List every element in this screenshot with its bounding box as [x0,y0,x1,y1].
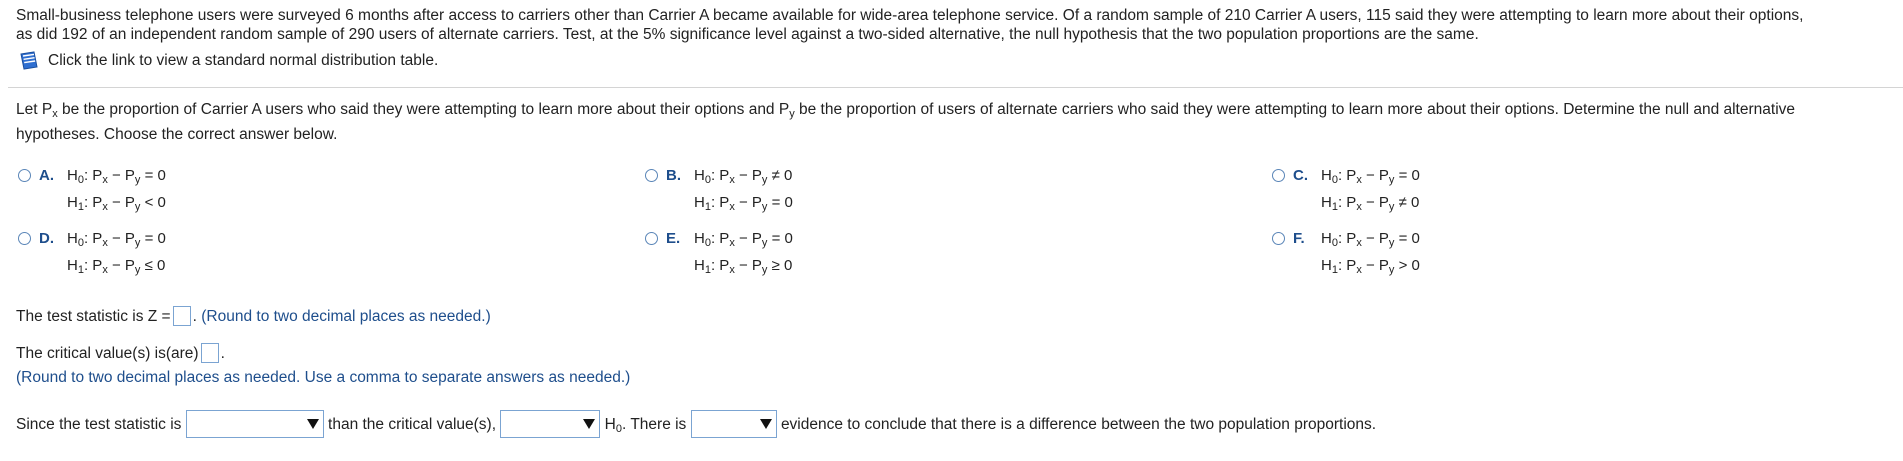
option-d[interactable]: D. H0: Px − Py = 0 H1: Px − Py ≤ 0 [18,225,166,279]
option-d-letter: D. [39,230,54,247]
alternative-hypothesis: H1: Px − Py > 0 [1321,257,1420,276]
critical-value-hint: (Round to two decimal places as needed. … [16,369,631,386]
radio-option-b[interactable] [645,169,658,182]
option-e-letter: E. [666,230,681,247]
intro-line-1: Small-business telephone users were surv… [16,7,1804,24]
option-b[interactable]: B. H0: Px − Py ≠ 0 H1: Px − Py = 0 [645,162,793,216]
critical-value-input[interactable] [200,343,219,363]
null-hypothesis: H0: Px − Py = 0 [67,167,166,186]
test-statistic-hint: (Round to two decimal places as needed.) [201,308,491,325]
option-b-letter: B. [666,167,681,184]
null-hypothesis: H0: Px − Py = 0 [694,230,793,249]
null-hypothesis: H0: Px − Py = 0 [1321,230,1420,249]
conclusion-text-4: evidence to conclude that there is a dif… [780,416,1377,433]
intro-line-2: as did 192 of an independent random samp… [16,26,1479,43]
conclusion-text-3: . There is [621,416,687,433]
alternative-hypothesis: H1: Px − Py ≤ 0 [67,257,166,276]
conclusion-text-1: Since the test statistic is [16,416,182,433]
radio-option-c[interactable] [1272,169,1285,182]
option-f-letter: F. [1293,230,1305,247]
alternative-hypothesis: H1: Px − Py = 0 [694,194,793,213]
normal-table-link-row[interactable]: Click the link to view a standard normal… [18,50,438,72]
option-f[interactable]: F. H0: Px − Py = 0 H1: Px − Py > 0 [1272,225,1420,279]
critical-value-label: The critical value(s) is(are) [16,345,199,362]
option-c[interactable]: C. H0: Px − Py = 0 H1: Px − Py ≠ 0 [1272,162,1420,216]
book-icon[interactable] [18,51,40,71]
normal-table-link[interactable]: Click the link to view a standard normal… [48,52,438,70]
dropdown-arrow-icon[interactable] [758,417,773,431]
radio-option-f[interactable] [1272,232,1285,245]
dropdown-arrow-icon[interactable] [305,417,320,431]
option-c-letter: C. [1293,167,1308,184]
radio-option-a[interactable] [18,169,31,182]
null-hypothesis: H0: Px − Py = 0 [67,230,166,249]
conclusion-row: Since the test statistic is than the cri… [16,410,1376,438]
test-statistic-label: The test statistic is Z = [16,308,171,325]
conclusion-text-2: than the critical value(s), [328,416,497,433]
option-a[interactable]: A. H0: Px − Py = 0 H1: Px − Py < 0 [18,162,166,216]
decision-dropdown[interactable] [500,410,601,438]
question-line-2: hypotheses. Choose the correct answer be… [16,126,338,143]
alternative-hypothesis: H1: Px − Py ≠ 0 [1321,194,1420,213]
option-f-hypotheses: H0: Px − Py = 0 H1: Px − Py > 0 [1321,225,1420,279]
evidence-dropdown[interactable] [690,410,777,438]
radio-option-e[interactable] [645,232,658,245]
critical-value-row: The critical value(s) is(are). [16,343,225,363]
comparison-dropdown[interactable] [185,410,324,438]
conclusion-h0: H0 [604,416,622,435]
option-e[interactable]: E. H0: Px − Py = 0 H1: Px − Py ≥ 0 [645,225,793,279]
alternative-hypothesis: H1: Px − Py ≥ 0 [694,257,793,276]
dropdown-arrow-icon[interactable] [582,417,597,431]
question-text: Let Px be the proportion of Carrier A us… [16,97,1891,147]
divider [8,87,1903,88]
option-c-hypotheses: H0: Px − Py = 0 H1: Px − Py ≠ 0 [1321,162,1420,216]
null-hypothesis: H0: Px − Py = 0 [1321,167,1420,186]
option-e-hypotheses: H0: Px − Py = 0 H1: Px − Py ≥ 0 [694,225,793,279]
question-line-1: Let Px be the proportion of Carrier A us… [16,101,1796,120]
test-statistic-input[interactable] [172,306,191,326]
option-a-hypotheses: H0: Px − Py = 0 H1: Px − Py < 0 [67,162,166,216]
test-statistic-row: The test statistic is Z =. (Round to two… [16,306,491,326]
option-d-hypotheses: H0: Px − Py = 0 H1: Px − Py ≤ 0 [67,225,166,279]
problem-intro: Small-business telephone users were surv… [16,6,1896,44]
option-b-hypotheses: H0: Px − Py ≠ 0 H1: Px − Py = 0 [694,162,793,216]
radio-option-d[interactable] [18,232,31,245]
null-hypothesis: H0: Px − Py ≠ 0 [694,167,793,186]
alternative-hypothesis: H1: Px − Py < 0 [67,194,166,213]
option-a-letter: A. [39,167,54,184]
